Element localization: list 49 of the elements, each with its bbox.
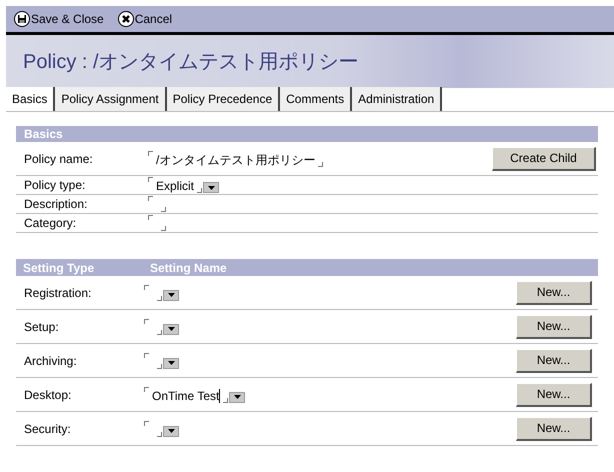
dropdown-button[interactable] — [203, 182, 220, 193]
input-field[interactable]: /オンタイムテスト用ポリシー — [148, 150, 324, 166]
column-header: Setting Type — [22, 260, 96, 276]
field-label: Archiving: — [23, 352, 78, 370]
input-field[interactable] — [144, 420, 162, 436]
input-field[interactable] — [144, 284, 162, 300]
caret-icon — [208, 186, 215, 190]
tab[interactable]: Policy Assignment — [55, 87, 167, 111]
action-button[interactable]: New... — [516, 280, 592, 304]
input-field[interactable] — [144, 352, 162, 368]
column-header: Setting Name — [149, 260, 227, 276]
toolbar-button[interactable]: Save & Close — [14, 10, 104, 28]
input-field[interactable] — [148, 196, 166, 212]
action-button[interactable]: New... — [516, 314, 592, 338]
field-label: Description: — [23, 196, 88, 213]
dropdown-button[interactable] — [163, 358, 179, 368]
tab[interactable]: Basics — [6, 87, 56, 111]
tab[interactable]: Comments — [280, 87, 352, 111]
floppy-disk-icon — [14, 11, 30, 27]
input-field[interactable]: OnTime Test — [144, 386, 228, 402]
caret-icon — [168, 361, 174, 365]
close-icon — [118, 11, 134, 27]
field-label: Category: — [23, 215, 78, 232]
dropdown-button[interactable] — [163, 426, 179, 436]
field-label: Policy name: — [23, 150, 94, 168]
input-field[interactable]: Explicit — [148, 177, 202, 193]
action-button[interactable]: New... — [516, 348, 592, 372]
field-label: Policy type: — [23, 177, 86, 194]
dropdown-button[interactable] — [163, 324, 179, 334]
action-button[interactable]: New... — [516, 416, 592, 440]
tab[interactable]: Administration — [352, 87, 442, 111]
dropdown-button[interactable] — [163, 290, 179, 300]
field-label: Security: — [23, 420, 72, 438]
dropdown-button[interactable] — [229, 392, 246, 402]
caret-icon — [168, 429, 174, 433]
field-label: Desktop: — [23, 386, 72, 404]
field-label: Registration: — [23, 284, 92, 302]
section-header: Basics — [16, 126, 598, 142]
toolbar-button[interactable]: Cancel — [118, 10, 172, 28]
caret-icon — [168, 327, 174, 331]
field-label: Setup: — [23, 318, 60, 336]
page-title: Policy : /オンタイムテスト用ポリシー — [23, 50, 359, 74]
input-field[interactable] — [148, 215, 166, 231]
tab[interactable]: Policy Precedence — [166, 87, 280, 111]
input-field[interactable] — [144, 318, 162, 334]
action-button[interactable]: New... — [516, 382, 592, 406]
caret-icon — [234, 395, 241, 399]
action-button[interactable]: Create Child — [492, 146, 596, 170]
caret-icon — [168, 293, 174, 297]
